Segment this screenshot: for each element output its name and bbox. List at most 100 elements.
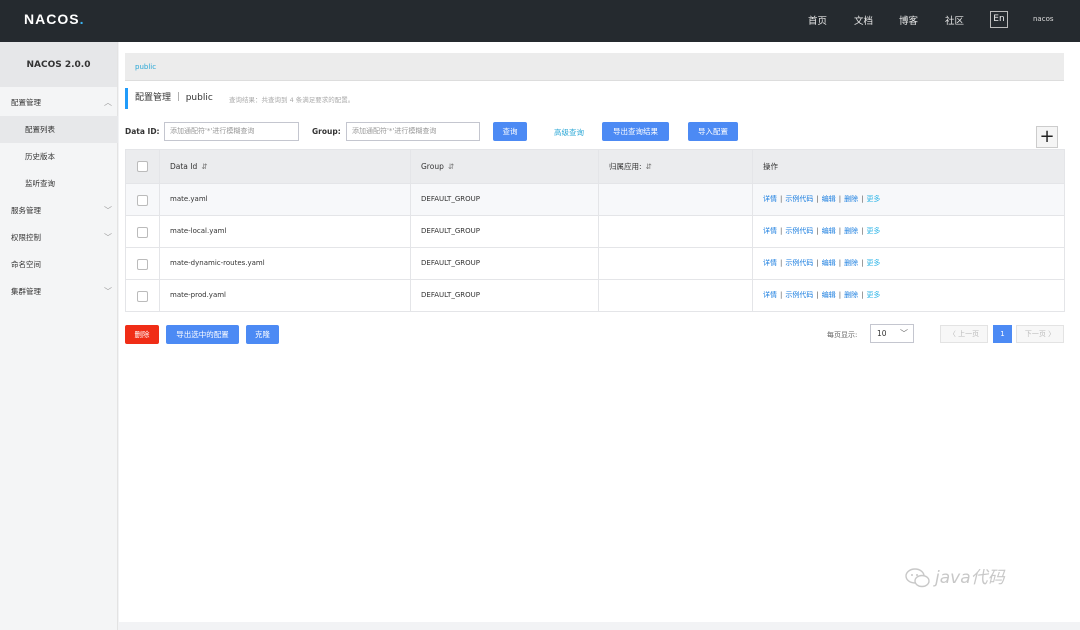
page-size-select[interactable]: 10 ﹀: [870, 324, 914, 343]
select-all-checkbox[interactable]: [137, 161, 148, 172]
cell-group: DEFAULT_GROUP: [410, 184, 598, 215]
sidebar-item-config-list[interactable]: 配置列表: [0, 116, 118, 143]
import-config-button[interactable]: 导入配置: [688, 122, 738, 141]
delete-link[interactable]: 删除: [844, 291, 858, 299]
edit-link[interactable]: 编辑: [822, 195, 836, 203]
row-checkbox[interactable]: [137, 259, 148, 270]
cell-group: DEFAULT_GROUP: [410, 216, 598, 247]
clone-button[interactable]: 克隆: [246, 325, 279, 344]
delete-selected-button[interactable]: 删除: [125, 325, 159, 344]
sidebar-item-history[interactable]: 历史版本: [0, 143, 118, 170]
namespace-bar: public: [125, 53, 1064, 81]
sample-code-link[interactable]: 示例代码: [785, 259, 813, 267]
detail-link[interactable]: 详情: [763, 227, 777, 235]
watermark: java代码: [905, 563, 1005, 588]
page-1-button[interactable]: 1: [993, 325, 1012, 343]
detail-link[interactable]: 详情: [763, 195, 777, 203]
more-link[interactable]: 更多: [866, 291, 880, 299]
sidebar: NACOS 2.0.0 配置管理 ︿ 配置列表 历史版本 监听查询 服务管理 ﹀ 权…: [0, 42, 118, 630]
cell-app: [598, 248, 752, 279]
delete-link[interactable]: 删除: [844, 259, 858, 267]
sample-code-link[interactable]: 示例代码: [785, 291, 813, 299]
sidebar-item-namespace[interactable]: 命名空间: [0, 251, 118, 278]
user-menu[interactable]: nacos: [1033, 15, 1054, 23]
cell-actions: 详情 | 示例代码 | 编辑 | 删除 | 更多: [752, 248, 1064, 279]
chevron-down-icon: ﹀: [900, 329, 908, 338]
column-header-app[interactable]: 归属应用: ⇵: [598, 150, 752, 183]
delete-link[interactable]: 删除: [844, 227, 858, 235]
nav-docs[interactable]: 文档: [854, 13, 873, 27]
cell-dataid: mate.yaml: [159, 184, 410, 215]
sidebar-item-cluster-management[interactable]: 集群管理 ﹀: [0, 278, 118, 305]
advanced-query-link[interactable]: 高级查询: [554, 127, 584, 138]
chevron-down-icon: ﹀: [104, 287, 112, 296]
cell-actions: 详情 | 示例代码 | 编辑 | 删除 | 更多: [752, 184, 1064, 215]
cell-app: [598, 184, 752, 215]
table-row: mate-local.yaml DEFAULT_GROUP 详情 | 示例代码 | 编辑…: [126, 215, 1064, 247]
table-row: mate-prod.yaml DEFAULT_GROUP 详情 | 示例代码 | 编辑 |…: [126, 279, 1064, 311]
namespace-link-public[interactable]: public: [135, 63, 156, 71]
sidebar-item-listener-query[interactable]: 监听查询: [0, 170, 118, 197]
export-selected-button[interactable]: 导出选中的配置: [166, 325, 239, 344]
page-size-label: 每页显示:: [827, 331, 858, 339]
column-header-actions: 操作: [752, 150, 1064, 183]
config-table: Data Id ⇵ Group ⇵ 归属应用: ⇵ 操作 mate.yaml DEFA…: [125, 149, 1065, 312]
sidebar-item-config-management[interactable]: 配置管理 ︿: [0, 89, 118, 116]
top-navbar: NACOS. 首页 文档 博客 社区 En nacos: [0, 0, 1080, 42]
edit-link[interactable]: 编辑: [822, 227, 836, 235]
next-page-button[interactable]: 下一页 〉: [1016, 325, 1064, 343]
edit-link[interactable]: 编辑: [822, 291, 836, 299]
delete-link[interactable]: 删除: [844, 195, 858, 203]
dataid-label: Data ID:: [125, 127, 160, 136]
column-header-dataid[interactable]: Data Id ⇵: [159, 150, 410, 183]
sort-icon[interactable]: ⇵: [201, 162, 207, 171]
cell-dataid: mate-prod.yaml: [159, 280, 410, 311]
language-toggle-button[interactable]: En: [990, 11, 1008, 28]
chevron-down-icon: ﹀: [104, 206, 112, 215]
cell-group: DEFAULT_GROUP: [410, 248, 598, 279]
wechat-icon: [905, 568, 930, 588]
cell-app: [598, 280, 752, 311]
sort-icon[interactable]: ⇵: [646, 162, 652, 171]
query-result-hint: 查询结果：共查询到 4 条满足要求的配置。: [229, 96, 355, 104]
sort-icon[interactable]: ⇵: [448, 162, 454, 171]
nacos-logo[interactable]: NACOS.: [24, 11, 84, 27]
dataid-search-input[interactable]: 添加通配符'*'进行模糊查询: [164, 122, 299, 141]
cell-dataid: mate-dynamic-routes.yaml: [159, 248, 410, 279]
edit-link[interactable]: 编辑: [822, 259, 836, 267]
chevron-up-icon: ︿: [104, 98, 112, 107]
row-checkbox[interactable]: [137, 227, 148, 238]
chevron-down-icon: ﹀: [104, 233, 112, 242]
version-label: NACOS 2.0.0: [0, 42, 117, 87]
add-config-button[interactable]: +: [1036, 126, 1058, 148]
table-row: mate-dynamic-routes.yaml DEFAULT_GROUP 详…: [126, 247, 1064, 279]
more-link[interactable]: 更多: [866, 259, 880, 267]
cell-app: [598, 216, 752, 247]
export-query-results-button[interactable]: 导出查询结果: [602, 122, 669, 141]
nav-home[interactable]: 首页: [808, 13, 827, 27]
query-button[interactable]: 查询: [493, 122, 527, 141]
sample-code-link[interactable]: 示例代码: [785, 227, 813, 235]
cell-dataid: mate-local.yaml: [159, 216, 410, 247]
cell-group: DEFAULT_GROUP: [410, 280, 598, 311]
sidebar-item-access-control[interactable]: 权限控制 ﹀: [0, 224, 118, 251]
prev-page-button[interactable]: 〈 上一页: [940, 325, 988, 343]
detail-link[interactable]: 详情: [763, 259, 777, 267]
nav-community[interactable]: 社区: [945, 13, 964, 27]
cell-actions: 详情 | 示例代码 | 编辑 | 删除 | 更多: [752, 216, 1064, 247]
table-header-row: Data Id ⇵ Group ⇵ 归属应用: ⇵ 操作: [126, 150, 1064, 183]
sample-code-link[interactable]: 示例代码: [785, 195, 813, 203]
more-link[interactable]: 更多: [866, 195, 880, 203]
cell-actions: 详情 | 示例代码 | 编辑 | 删除 | 更多: [752, 280, 1064, 311]
detail-link[interactable]: 详情: [763, 291, 777, 299]
column-header-group[interactable]: Group ⇵: [410, 150, 598, 183]
sidebar-item-service-management[interactable]: 服务管理 ﹀: [0, 197, 118, 224]
table-row: mate.yaml DEFAULT_GROUP 详情 | 示例代码 | 编辑 | 删除 | 更多: [126, 183, 1064, 215]
main-content: public 配置管理 ｜ public 查询结果：共查询到 4 条满足要求的配…: [119, 42, 1080, 622]
group-search-input[interactable]: 添加通配符'*'进行模糊查询: [346, 122, 480, 141]
more-link[interactable]: 更多: [866, 227, 880, 235]
row-checkbox[interactable]: [137, 195, 148, 206]
row-checkbox[interactable]: [137, 291, 148, 302]
nav-blog[interactable]: 博客: [899, 13, 918, 27]
page-title: 配置管理 ｜ public 查询结果：共查询到 4 条满足要求的配置。: [125, 88, 354, 109]
